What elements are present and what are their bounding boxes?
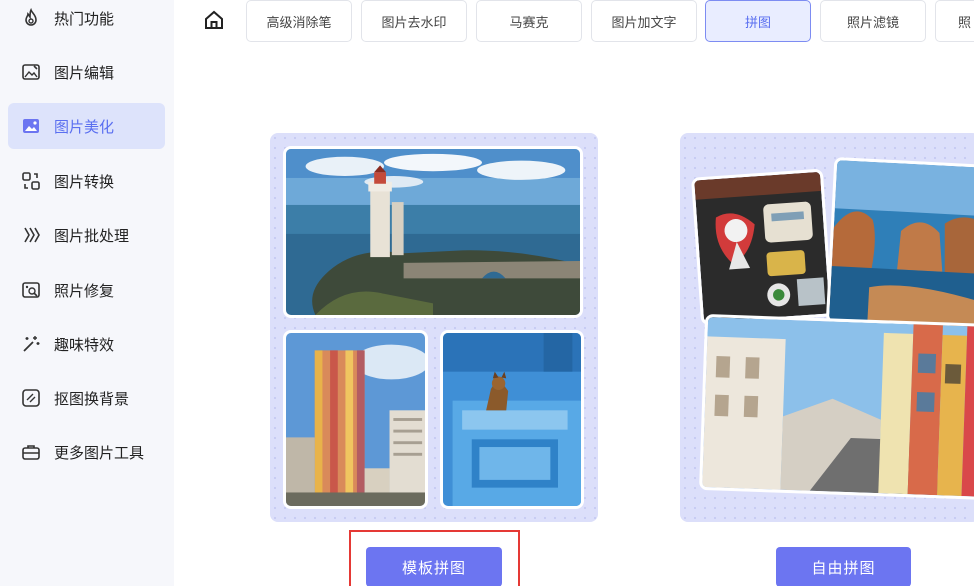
sidebar-item-label: 热门功能	[54, 9, 115, 28]
free-collage-button[interactable]: 自由拼图	[776, 547, 911, 586]
tab-label: 图片去水印	[381, 15, 447, 31]
image-edit-icon	[20, 61, 42, 83]
sidebar-item-label: 图片批处理	[54, 226, 130, 245]
coast-rocks-photo	[825, 156, 974, 332]
tab-add-text[interactable]: 图片加文字	[591, 0, 697, 42]
tab-label: 图片加文字	[611, 15, 677, 31]
tab-label: 照	[958, 15, 972, 31]
sidebar-item-convert[interactable]: 图片转换	[8, 158, 165, 204]
cutout-icon	[20, 387, 42, 409]
tab-overflow[interactable]: 照	[935, 0, 974, 42]
convert-icon	[20, 170, 42, 192]
toolbox-icon	[20, 441, 42, 463]
tower-photo	[283, 330, 428, 509]
template-collage-button[interactable]: 模板拼图	[366, 547, 502, 586]
sidebar-item-more-tools[interactable]: 更多图片工具	[8, 429, 165, 475]
sidebar-item-label: 照片修复	[54, 281, 115, 300]
tab-label: 照片滤镜	[846, 15, 899, 31]
sidebar-item-batch[interactable]: 图片批处理	[8, 212, 165, 258]
flame-icon	[20, 7, 42, 29]
sidebar: 热门功能 图片编辑 图片美化 图片转换 图片批处理 照片修复 趣味特效 抠图换背…	[0, 0, 174, 586]
template-collage-card[interactable]	[270, 133, 598, 522]
batch-icon	[20, 224, 42, 246]
tab-photo-filter[interactable]: 照片滤镜	[820, 0, 926, 42]
tab-collage[interactable]: 拼图	[705, 0, 811, 42]
sidebar-item-cutout[interactable]: 抠图换背景	[8, 375, 165, 421]
dog-photo	[440, 330, 584, 509]
lighthouse-photo	[283, 146, 583, 318]
sidebar-item-label: 图片转换	[54, 172, 115, 191]
sidebar-item-fun-effects[interactable]: 趣味特效	[8, 321, 165, 367]
sidebar-item-label: 抠图换背景	[54, 389, 130, 408]
free-collage-card[interactable]	[680, 133, 974, 522]
sidebar-item-label: 趣味特效	[54, 335, 115, 354]
tab-mosaic[interactable]: 马赛克	[476, 0, 582, 42]
tab-advanced-eraser[interactable]: 高级消除笔	[246, 0, 352, 42]
sidebar-item-label: 图片美化	[54, 117, 115, 136]
tab-label: 马赛克	[509, 15, 549, 31]
street-photo	[699, 313, 974, 501]
sidebar-item-label: 更多图片工具	[54, 443, 145, 462]
tab-label: 拼图	[744, 15, 771, 31]
sidebar-item-hot[interactable]: 热门功能	[8, 0, 165, 41]
magic-wand-icon	[20, 333, 42, 355]
image-beautify-icon	[20, 115, 42, 137]
photo-repair-icon	[20, 279, 42, 301]
sidebar-item-label: 图片编辑	[54, 63, 115, 82]
home-icon	[203, 9, 225, 35]
home-button[interactable]	[200, 8, 228, 36]
tab-remove-watermark[interactable]: 图片去水印	[361, 0, 467, 42]
tab-label: 高级消除笔	[266, 15, 332, 31]
helmet-stickers-photo	[690, 168, 834, 326]
sidebar-item-image-edit[interactable]: 图片编辑	[8, 49, 165, 95]
app-root: 热门功能 图片编辑 图片美化 图片转换 图片批处理 照片修复 趣味特效 抠图换背…	[0, 0, 974, 586]
sidebar-item-image-beautify[interactable]: 图片美化	[8, 103, 165, 149]
sidebar-item-photo-repair[interactable]: 照片修复	[8, 267, 165, 313]
